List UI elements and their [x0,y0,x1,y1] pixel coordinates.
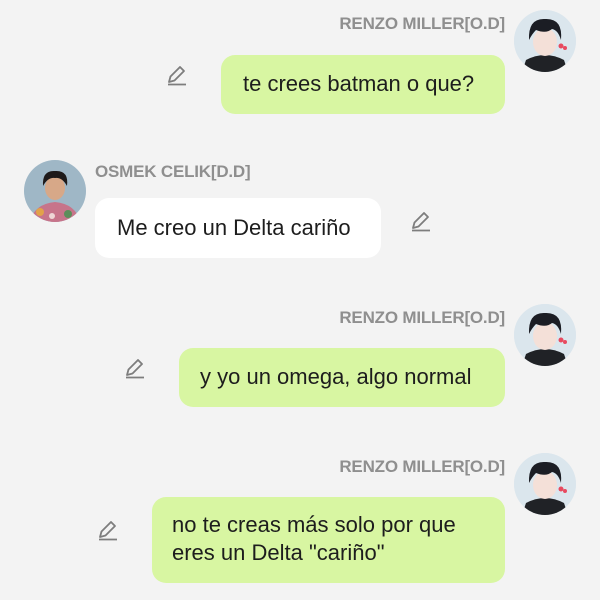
pencil-edit-icon[interactable] [164,62,190,88]
message-bubble[interactable]: y yo un omega, algo normal [179,348,505,407]
message-bubble[interactable]: no te creas más solo por que eres un Del… [152,497,505,583]
message-bubble[interactable]: Me creo un Delta cariño [95,198,381,258]
avatar[interactable] [514,10,576,72]
message-text: no te creas más solo por que eres un Del… [172,512,456,565]
message-text: te crees batman o que? [243,71,475,96]
message-text: Me creo un Delta cariño [117,215,351,240]
sender-name: RENZO MILLER[O.D] [339,457,505,476]
sender-name: OSMEK CELIK[D.D] [95,162,251,181]
sender-name: RENZO MILLER[O.D] [339,308,505,327]
sender-name: RENZO MILLER[O.D] [339,14,505,33]
message-text: y yo un omega, algo normal [200,364,472,389]
avatar[interactable] [514,304,576,366]
avatar[interactable] [24,160,86,222]
pencil-edit-icon[interactable] [122,355,148,381]
message-bubble[interactable]: te crees batman o que? [221,55,505,114]
pencil-edit-icon[interactable] [95,517,121,543]
pencil-edit-icon[interactable] [408,208,434,234]
avatar[interactable] [514,453,576,515]
